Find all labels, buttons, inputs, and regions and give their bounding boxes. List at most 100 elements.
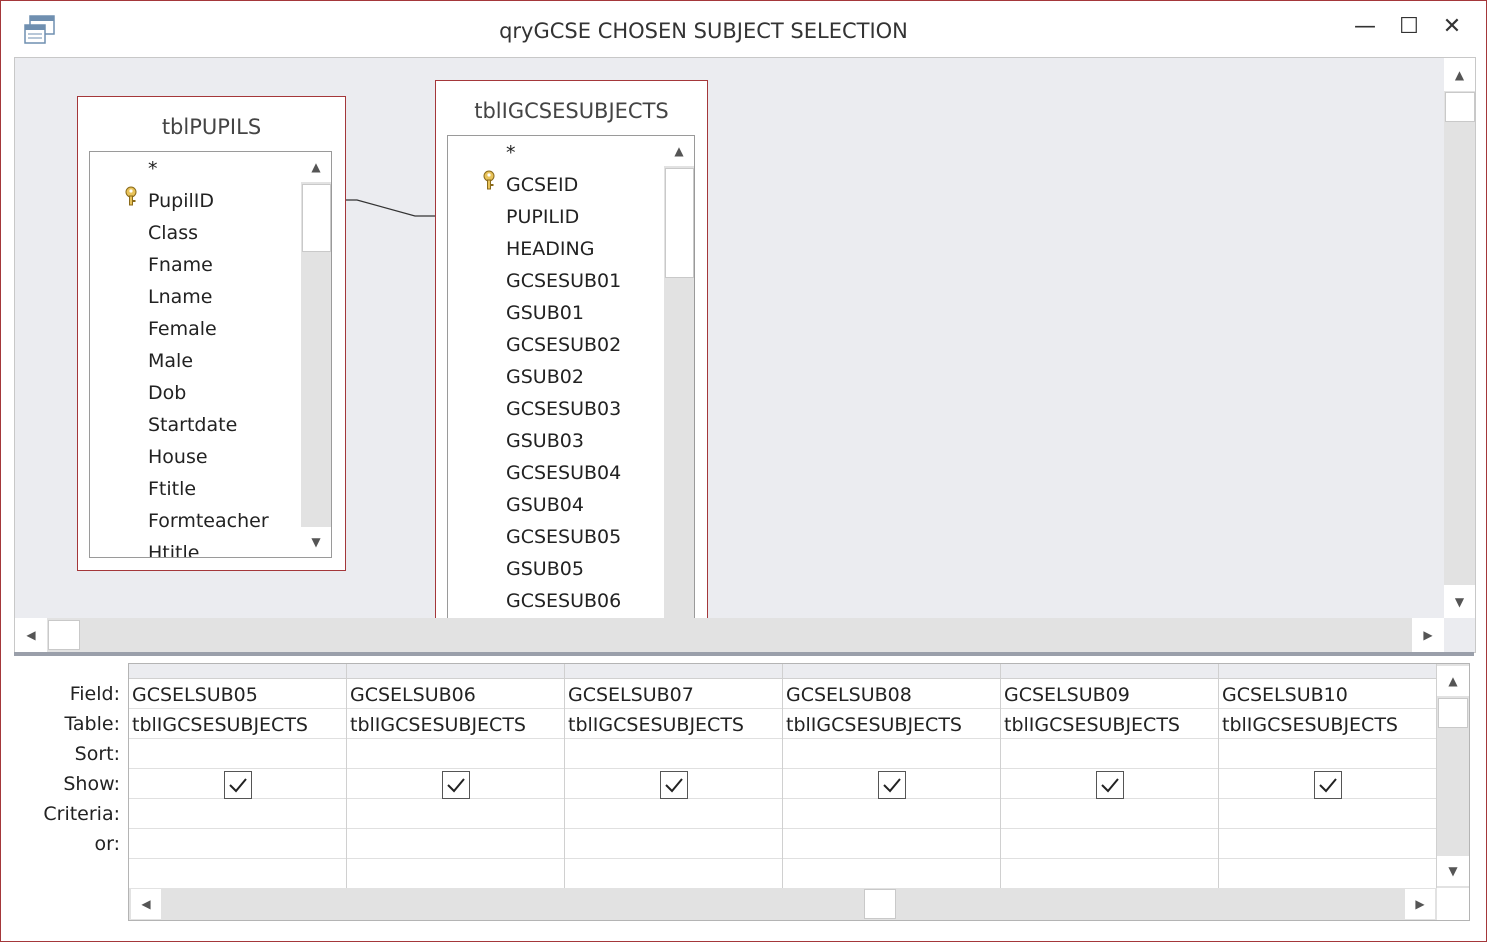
field-item[interactable]: GCSEID <box>506 174 578 196</box>
field-item[interactable]: Male <box>148 350 193 372</box>
scroll-up-icon[interactable]: ▲ <box>1437 666 1469 696</box>
scroll-thumb[interactable] <box>1438 698 1468 728</box>
show-checkbox[interactable] <box>878 771 906 799</box>
table-cell[interactable]: tblIGCSESUBJECTS <box>568 714 744 736</box>
table-cell[interactable]: tblIGCSESUBJECTS <box>1222 714 1398 736</box>
table-cell[interactable]: tblIGCSESUBJECTS <box>132 714 308 736</box>
scroll-down-icon[interactable]: ▼ <box>1444 585 1475 618</box>
design-vertical-scrollbar[interactable]: ▲ ▼ <box>1444 58 1475 618</box>
grid-column[interactable]: GCSELSUB06 tblIGCSESUBJECTS <box>347 664 565 888</box>
field-item[interactable]: Female <box>148 318 217 340</box>
table-cell[interactable]: tblIGCSESUBJECTS <box>350 714 526 736</box>
table-design-area[interactable]: tblPUPILS * PupilID Class Fname Lname Fe… <box>14 57 1476 653</box>
field-item[interactable]: House <box>148 446 208 468</box>
show-checkbox[interactable] <box>442 771 470 799</box>
scroll-thumb[interactable] <box>1445 92 1475 122</box>
scroll-up-icon[interactable]: ▲ <box>301 152 331 182</box>
table-cell[interactable]: tblIGCSESUBJECTS <box>1004 714 1180 736</box>
field-item[interactable]: GCSESUB04 <box>506 462 621 484</box>
grid-vertical-scrollbar[interactable]: ▲ ▼ <box>1437 664 1469 888</box>
field-item[interactable]: PUPILID <box>506 206 579 228</box>
scroll-thumb[interactable] <box>48 620 80 650</box>
field-item[interactable]: GSUB03 <box>506 430 584 452</box>
field-cell[interactable]: GCSELSUB06 <box>350 684 476 706</box>
field-item[interactable]: Startdate <box>148 414 237 436</box>
show-checkbox[interactable] <box>1096 771 1124 799</box>
field-item[interactable]: GSUB04 <box>506 494 584 516</box>
scroll-thumb[interactable] <box>864 889 896 919</box>
scroll-up-icon[interactable]: ▲ <box>1444 58 1475 91</box>
table-cell[interactable]: tblIGCSESUBJECTS <box>786 714 962 736</box>
field-item[interactable]: GSUB01 <box>506 302 584 324</box>
field-item[interactable]: Fname <box>148 254 213 276</box>
vertical-scrollbar[interactable]: ▲ <box>664 136 694 652</box>
show-checkbox[interactable] <box>224 771 252 799</box>
scroll-thumb[interactable] <box>302 184 331 252</box>
field-item[interactable]: GCSESUB02 <box>506 334 621 356</box>
field-cell[interactable]: GCSELSUB10 <box>1222 684 1348 706</box>
vertical-scrollbar[interactable]: ▲ ▼ <box>301 152 331 557</box>
field-item[interactable]: GCSESUB03 <box>506 398 621 420</box>
checkmark-icon <box>883 778 901 793</box>
show-checkbox[interactable] <box>1314 771 1342 799</box>
pane-splitter[interactable] <box>14 652 1474 656</box>
field-list[interactable]: * PupilID Class Fname Lname Female Male … <box>89 151 332 558</box>
scroll-down-icon[interactable]: ▼ <box>301 527 331 557</box>
table-title: tblPUPILS <box>161 115 262 139</box>
field-item[interactable]: GSUB02 <box>506 366 584 388</box>
scroll-thumb[interactable] <box>665 168 694 278</box>
field-item[interactable]: HEADING <box>506 238 594 260</box>
grid-column[interactable]: GCSELSUB09 tblIGCSESUBJECTS <box>1001 664 1219 888</box>
scroll-right-icon[interactable]: ▶ <box>1405 889 1435 919</box>
field-cell[interactable]: GCSELSUB08 <box>786 684 912 706</box>
field-item[interactable]: Class <box>148 222 198 244</box>
field-item[interactable]: GCSESUB01 <box>506 270 621 292</box>
table-box-gcse-subjects[interactable]: tblIGCSESUBJECTS * GCSEID PUPILID HEADIN… <box>435 80 708 652</box>
grid-column[interactable]: GCSELSUB08 tblIGCSESUBJECTS <box>783 664 1001 888</box>
field-item[interactable]: * <box>506 142 516 164</box>
window-title: qryGCSE CHOSEN SUBJECT SELECTION <box>499 19 908 43</box>
field-cell[interactable]: GCSELSUB09 <box>1004 684 1130 706</box>
table-title: tblIGCSESUBJECTS <box>474 99 669 123</box>
field-cell[interactable]: GCSELSUB07 <box>568 684 694 706</box>
row-label-field: Field: <box>69 683 120 705</box>
row-label-show: Show: <box>63 773 120 795</box>
design-horizontal-scrollbar[interactable]: ◀ ▶ <box>15 618 1444 652</box>
title-bar[interactable]: qryGCSE CHOSEN SUBJECT SELECTION — ☐ ✕ <box>1 1 1486 57</box>
maximize-button[interactable]: ☐ <box>1389 11 1429 43</box>
checkmark-icon <box>1101 778 1119 793</box>
scroll-left-icon[interactable]: ◀ <box>15 618 47 652</box>
grid-column[interactable]: GCSELSUB10 tblIGCSESUBJECTS <box>1219 664 1437 888</box>
field-item[interactable]: GCSESUB05 <box>506 526 621 548</box>
show-checkbox[interactable] <box>660 771 688 799</box>
field-list[interactable]: * GCSEID PUPILID HEADING GCSESUB01 GSUB0… <box>447 135 695 652</box>
field-item[interactable]: Lname <box>148 286 212 308</box>
primary-key-icon <box>125 186 137 206</box>
field-item[interactable]: Ftitle <box>148 478 196 500</box>
checkmark-icon <box>447 778 465 793</box>
scroll-right-icon[interactable]: ▶ <box>1412 618 1444 652</box>
row-label-or: or: <box>94 833 120 855</box>
field-item[interactable]: * <box>148 158 158 180</box>
checkmark-icon <box>665 778 683 793</box>
grid-column[interactable]: GCSELSUB07 tblIGCSESUBJECTS <box>565 664 783 888</box>
scroll-up-icon[interactable]: ▲ <box>664 136 694 166</box>
scroll-left-icon[interactable]: ◀ <box>131 889 161 919</box>
row-label-table: Table: <box>64 713 120 735</box>
field-item[interactable]: PupilID <box>148 190 214 212</box>
field-item[interactable]: Dob <box>148 382 186 404</box>
field-item[interactable]: Formteacher <box>148 510 269 532</box>
minimize-button[interactable]: — <box>1345 11 1385 43</box>
checkmark-icon <box>229 778 247 793</box>
query-design-grid[interactable]: GCSELSUB05 tblIGCSESUBJECTS GCSELSUB06 t… <box>128 663 1470 921</box>
field-item[interactable]: Htitle <box>148 542 199 557</box>
close-button[interactable]: ✕ <box>1432 11 1472 43</box>
scroll-down-icon[interactable]: ▼ <box>1437 856 1469 886</box>
table-box-pupils[interactable]: tblPUPILS * PupilID Class Fname Lname Fe… <box>77 96 346 571</box>
field-item[interactable]: GSUB05 <box>506 558 584 580</box>
field-item[interactable]: GCSESUB06 <box>506 590 621 612</box>
checkmark-icon <box>1319 778 1337 793</box>
field-cell[interactable]: GCSELSUB05 <box>132 684 258 706</box>
grid-horizontal-scrollbar[interactable]: ◀ ▶ <box>129 888 1437 920</box>
grid-column[interactable]: GCSELSUB05 tblIGCSESUBJECTS <box>129 664 347 888</box>
